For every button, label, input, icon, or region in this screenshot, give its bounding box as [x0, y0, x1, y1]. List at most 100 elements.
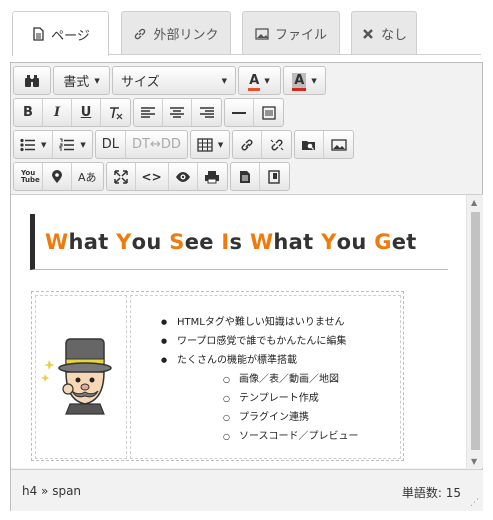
- heading-text: hat: [68, 229, 117, 254]
- folder-search-icon: [302, 140, 316, 150]
- heading-text: et: [391, 229, 417, 254]
- heading-accent-letter: G: [374, 229, 392, 254]
- tab-file[interactable]: ファイル: [242, 11, 340, 55]
- map-button[interactable]: [43, 163, 72, 190]
- editor-content-area[interactable]: What You See Is What You Get ● HTMLタグや難し…: [11, 194, 483, 468]
- list-item: HTMLタグや難しい知識はいりません: [161, 313, 359, 332]
- insert-image-button[interactable]: [324, 131, 353, 158]
- align-left-button[interactable]: [134, 99, 163, 126]
- heading-accent-letter: I: [221, 229, 230, 254]
- numbered-list-icon: [59, 138, 75, 150]
- font-color-icon: A: [249, 73, 260, 88]
- link-icon: [241, 139, 253, 150]
- tab-label: 外部リンク: [153, 28, 219, 43]
- horizontal-rule-icon: [232, 111, 246, 114]
- tab-bar: ページ 外部リンク ファイル なし: [12, 11, 482, 56]
- block-button[interactable]: [254, 99, 283, 126]
- list-item: ソースコード／プレビュー: [223, 427, 359, 446]
- heading-accent-letter: Y: [116, 229, 132, 254]
- code-icon: <>: [141, 169, 162, 184]
- bulleted-list-button[interactable]: [14, 131, 54, 158]
- horizontal-rule-button[interactable]: [225, 99, 254, 126]
- heading-accent-letter: W: [249, 229, 274, 254]
- align-right-button[interactable]: [192, 99, 221, 126]
- template-button[interactable]: [231, 163, 260, 190]
- insert-link-button[interactable]: [233, 131, 263, 158]
- element-path[interactable]: h4 » span: [22, 484, 81, 498]
- clear-format-button[interactable]: [101, 99, 130, 126]
- heading-accent-letter: Y: [321, 229, 337, 254]
- table-cell-features: HTMLタグや難しい知識はいりません ワープロ感覚で誰でもかんたんに編集 たくさ…: [130, 295, 401, 459]
- dt-dd-toggle-button[interactable]: DT↔DD: [126, 131, 187, 158]
- scroll-down-icon[interactable]: ▼: [471, 457, 477, 466]
- content-table: HTMLタグや難しい知識はいりません ワープロ感覚で誰でもかんたんに編集 たくさ…: [31, 291, 404, 461]
- heading-accent-letter: S: [169, 229, 185, 254]
- image-icon: [331, 138, 347, 151]
- eye-icon: [175, 171, 190, 182]
- format-dropdown[interactable]: 書式: [54, 67, 109, 94]
- feature-list: HTMLタグや難しい知識はいりません ワープロ感覚で誰でもかんたんに編集 たくさ…: [161, 313, 359, 446]
- background-color-icon: A: [294, 73, 305, 88]
- table-button[interactable]: [191, 131, 229, 158]
- word-count: 単語数: 15: [401, 486, 461, 500]
- table-cell-image: [35, 295, 127, 459]
- find-button[interactable]: [14, 67, 50, 94]
- preview-button[interactable]: [169, 163, 198, 190]
- bold-button[interactable]: B: [14, 99, 43, 126]
- link-icon: [135, 28, 146, 39]
- print-icon: [205, 170, 220, 183]
- list-item: ワープロ感覚で誰でもかんたんに編集: [161, 332, 359, 351]
- vertical-scrollbar[interactable]: ▲ ▼: [466, 195, 483, 468]
- source-code-button[interactable]: <>: [136, 163, 169, 190]
- document-icon: [239, 170, 250, 183]
- tab-external-link[interactable]: 外部リンク: [121, 11, 231, 55]
- scrollbar-thumb[interactable]: [471, 212, 480, 450]
- align-right-icon: [199, 106, 214, 118]
- editor-status-bar: h4 » span 単語数: 15 ⋰: [11, 469, 483, 511]
- size-dropdown[interactable]: サイズ: [113, 67, 235, 94]
- list-item: プラグイン連携: [223, 408, 359, 427]
- background-color-button[interactable]: A: [284, 67, 325, 94]
- page-break-button[interactable]: [260, 163, 289, 190]
- document-icon: [33, 27, 44, 41]
- align-center-icon: [170, 106, 184, 118]
- tab-label: なし: [380, 28, 407, 43]
- list-item: 画像／表／動画／地図: [223, 370, 359, 389]
- binoculars-icon: [25, 74, 39, 87]
- align-center-button[interactable]: [163, 99, 192, 126]
- heading-text: s: [229, 229, 250, 254]
- youtube-button[interactable]: You Tube: [14, 163, 43, 190]
- definition-list-button[interactable]: DL: [96, 131, 127, 158]
- scroll-up-icon[interactable]: ▲: [471, 198, 477, 207]
- print-button[interactable]: [198, 163, 227, 190]
- map-marker-icon: [52, 169, 62, 183]
- tab-label: ファイル: [274, 28, 327, 43]
- close-icon: [363, 28, 373, 39]
- page-heading: What You See Is What You Get: [30, 214, 448, 270]
- heading-text: ou: [131, 229, 170, 254]
- italic-button[interactable]: I: [43, 99, 72, 126]
- heading-text: ou: [336, 229, 375, 254]
- editor-toolbar: 書式 サイズ A A B I U: [11, 63, 482, 193]
- unlink-icon: [270, 139, 284, 150]
- rich-text-editor: 書式 サイズ A A B I U: [10, 62, 483, 511]
- heading-accent-letter: W: [45, 229, 69, 254]
- tab-page[interactable]: ページ: [12, 11, 109, 56]
- page-icon: [268, 169, 280, 184]
- unlink-button[interactable]: [262, 131, 291, 158]
- font-color-button[interactable]: A: [239, 67, 280, 94]
- kana-convert-button[interactable]: Aあ: [72, 163, 103, 190]
- fullscreen-button[interactable]: [107, 163, 136, 190]
- heading-text: ee: [184, 229, 222, 254]
- list-item: たくさんの機能が標準搭載 画像／表／動画／地図 テンプレート作成 プラグイン連携…: [161, 351, 359, 446]
- tab-label: ページ: [51, 28, 90, 44]
- bulleted-list-icon: [20, 138, 35, 151]
- underline-button[interactable]: U: [72, 99, 101, 126]
- resize-grip-icon[interactable]: ⋰: [470, 498, 480, 508]
- fullscreen-icon: [113, 169, 128, 184]
- youtube-icon: You Tube: [21, 168, 40, 184]
- numbered-list-button[interactable]: [53, 131, 91, 158]
- image-icon: [255, 27, 269, 40]
- file-browser-button[interactable]: [295, 131, 325, 158]
- tab-none[interactable]: なし: [351, 11, 417, 55]
